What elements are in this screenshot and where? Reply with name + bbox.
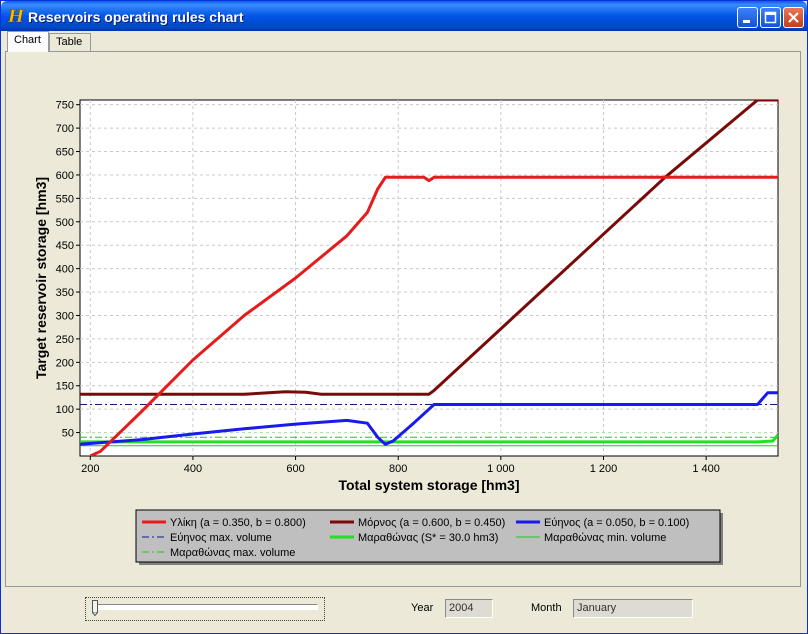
legend-entry: Εύηνος (a = 0.050, b = 0.100) <box>544 517 689 529</box>
y-tick-label: 200 <box>56 357 74 369</box>
month-field[interactable]: January <box>573 599 693 618</box>
legend-entry: Μαραθώνας (S* = 30.0 hm3) <box>358 532 498 544</box>
legend-entry: Μαραθώνας max. volume <box>170 547 295 559</box>
app-window: H Reservoirs operating rules chart Chart… <box>0 0 808 634</box>
year-field[interactable]: 2004 <box>445 599 493 618</box>
y-tick-label: 600 <box>56 170 74 182</box>
y-tick-label: 700 <box>56 123 74 135</box>
x-tick-label: 1 000 <box>487 463 515 475</box>
close-button[interactable] <box>783 7 804 28</box>
x-tick-label: 800 <box>389 463 407 475</box>
y-tick-label: 500 <box>56 217 74 229</box>
legend-entry: Εύηνος max. volume <box>170 532 272 544</box>
x-tick-label: 200 <box>81 463 99 475</box>
y-tick-label: 300 <box>56 310 74 322</box>
maximize-button[interactable] <box>760 7 781 28</box>
minimize-icon <box>743 20 750 23</box>
y-tick-label: 400 <box>56 264 74 276</box>
tab-table[interactable]: Table <box>49 33 91 51</box>
x-tick-label: 400 <box>184 463 202 475</box>
x-axis-label: Total system storage [hm3] <box>338 477 519 493</box>
x-tick-label: 600 <box>286 463 304 475</box>
year-label: Year <box>411 602 434 614</box>
y-tick-label: 100 <box>56 404 74 416</box>
legend-entry: Μαραθώνας min. volume <box>544 532 666 544</box>
x-tick-label: 1 400 <box>692 463 720 475</box>
y-tick-label: 450 <box>56 240 74 252</box>
close-icon <box>788 12 799 23</box>
y-tick-label: 250 <box>56 334 74 346</box>
slider-track[interactable] <box>94 604 318 610</box>
window-title: Reservoirs operating rules chart <box>28 9 244 25</box>
legend-entry: Μόρνος (a = 0.600, b = 0.450) <box>358 517 505 529</box>
tab-chart-label: Chart <box>14 34 41 46</box>
tab-chart[interactable]: Chart <box>7 31 49 52</box>
slider-thumb[interactable] <box>92 600 98 616</box>
y-tick-label: 350 <box>56 287 74 299</box>
legend-entry: Υλίκη (a = 0.350, b = 0.800) <box>170 517 306 529</box>
bottom-toolbar: Year 2004 Month January <box>1 589 807 633</box>
month-label: Month <box>531 602 562 614</box>
x-tick-label: 1 200 <box>590 463 618 475</box>
tab-table-label: Table <box>56 36 83 48</box>
y-tick-label: 50 <box>62 428 74 440</box>
plot-area <box>79 99 779 457</box>
month-slider[interactable] <box>85 597 325 621</box>
maximize-icon <box>764 11 777 24</box>
y-tick-label: 750 <box>56 100 74 112</box>
app-logo-icon: H <box>7 7 25 25</box>
chart-panel: 200 400 600 800 1 000 1 200 1 400 50 100 150 200 25… <box>5 51 801 587</box>
y-tick-label: 150 <box>56 381 74 393</box>
title-bar[interactable]: H Reservoirs operating rules chart <box>1 1 807 31</box>
y-tick-label: 550 <box>56 193 74 205</box>
minimize-button[interactable] <box>737 7 758 28</box>
y-tick-label: 650 <box>56 147 74 159</box>
svg-text:H: H <box>7 7 25 25</box>
operating-rules-chart: 200 400 600 800 1 000 1 200 1 400 50 100 150 200 25… <box>33 99 779 565</box>
y-axis-label: Target reservoir storage [hm3] <box>33 177 49 379</box>
